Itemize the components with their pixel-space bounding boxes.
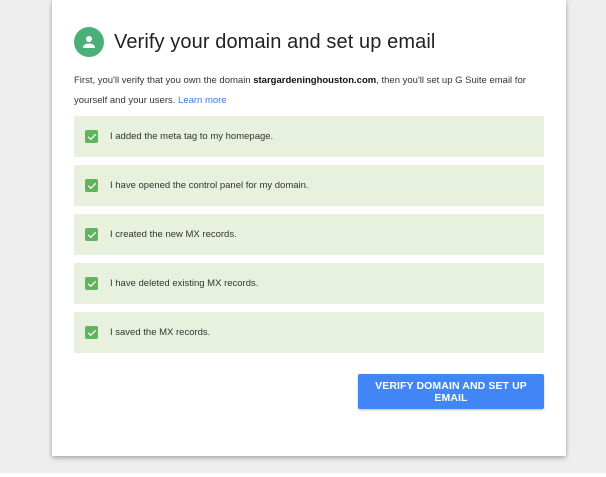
checklist-item-label: I added the meta tag to my homepage. xyxy=(110,131,274,142)
page-title: Verify your domain and set up email xyxy=(114,30,436,53)
person-icon xyxy=(83,36,95,48)
checkbox-checked-icon[interactable] xyxy=(85,179,98,192)
checklist-item-label: I have deleted existing MX records. xyxy=(110,278,259,289)
domain-name: stargardeninghouston.com xyxy=(253,75,377,86)
checkbox-checked-icon[interactable] xyxy=(85,130,98,143)
learn-more-link[interactable]: Learn more xyxy=(178,95,227,106)
checkbox-checked-icon[interactable] xyxy=(85,228,98,241)
card-header: Verify your domain and set up email xyxy=(74,27,435,57)
checklist-item[interactable]: I saved the MX records. xyxy=(74,312,544,353)
setup-card: Verify your domain and set up email Firs… xyxy=(52,0,566,456)
intro-text: First, you'll verify that you own the do… xyxy=(74,71,549,111)
checklist-item[interactable]: I have deleted existing MX records. xyxy=(74,263,544,304)
checklist-item-label: I saved the MX records. xyxy=(110,327,211,338)
checklist: I added the meta tag to my homepage. I h… xyxy=(74,116,544,361)
checklist-item-label: I have opened the control panel for my d… xyxy=(110,180,309,191)
checklist-item-label: I created the new MX records. xyxy=(110,229,237,240)
checklist-item[interactable]: I added the meta tag to my homepage. xyxy=(74,116,544,157)
checkbox-checked-icon[interactable] xyxy=(85,277,98,290)
checklist-item[interactable]: I created the new MX records. xyxy=(74,214,544,255)
avatar xyxy=(74,27,104,57)
verify-domain-button[interactable]: VERIFY DOMAIN AND SET UP EMAIL xyxy=(358,374,544,409)
checklist-item[interactable]: I have opened the control panel for my d… xyxy=(74,165,544,206)
intro-text-before: First, you'll verify that you own the do… xyxy=(74,75,254,86)
checkbox-checked-icon[interactable] xyxy=(85,326,98,339)
